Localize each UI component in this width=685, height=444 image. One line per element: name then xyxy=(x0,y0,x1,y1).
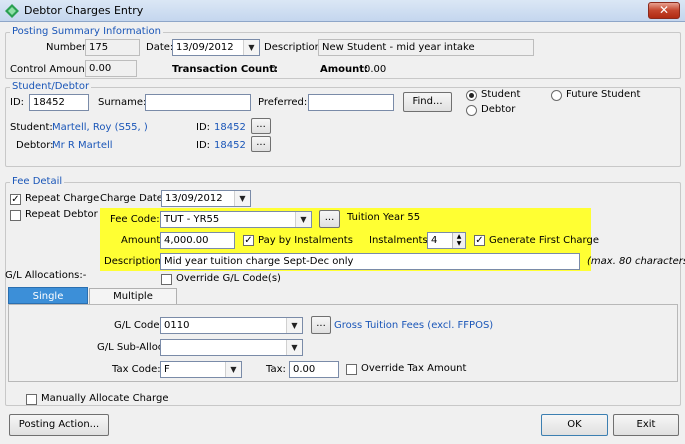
fee-code-value: TUT - YR55 xyxy=(164,214,220,225)
posting-summary-title: Posting Summary Information xyxy=(10,26,163,37)
charge-date-label: Charge Date: xyxy=(100,193,167,204)
instalments-value: 4 xyxy=(431,235,438,246)
chevron-down-icon[interactable]: ▼ xyxy=(225,362,241,377)
tax-code-value: F xyxy=(164,364,170,375)
app-icon xyxy=(5,4,19,18)
override-tax-checkbox[interactable] xyxy=(346,364,357,375)
radio-debtor-label[interactable]: Debtor xyxy=(481,104,515,115)
radio-debtor[interactable] xyxy=(466,105,477,116)
amount-label: Amount: xyxy=(320,64,369,75)
fee-amount-input[interactable]: 4,000.00 xyxy=(160,232,235,249)
date-label: Date: xyxy=(146,42,174,53)
spinner-arrows-icon[interactable]: ▲ ▼ xyxy=(452,233,465,248)
chevron-down-icon[interactable]: ▼ xyxy=(295,212,311,227)
tab-multiple-allocations[interactable]: Multiple Allocations xyxy=(89,288,177,318)
gl-code-value: 0110 xyxy=(164,320,190,331)
tax-label: Tax: xyxy=(266,364,286,375)
max-characters-hint: (max. 80 characters) xyxy=(587,256,685,267)
control-amount-field: 0.00 xyxy=(85,60,137,77)
description-label: Description: xyxy=(264,42,325,53)
debtor-lookup-button[interactable]: ... xyxy=(251,136,271,152)
tax-code-label: Tax Code: xyxy=(112,364,161,375)
debtor-id-value: 18452 xyxy=(214,140,246,151)
fee-code-select[interactable]: TUT - YR55 ▼ xyxy=(160,211,312,228)
charge-date-picker[interactable]: 13/09/2012 ▼ xyxy=(161,190,251,207)
gl-code-description: Gross Tuition Fees (excl. FFPOS) xyxy=(334,320,494,331)
fee-code-label: Fee Code: xyxy=(110,214,160,225)
student-id-label: ID: xyxy=(196,122,211,133)
charge-date-value: 13/09/2012 xyxy=(165,193,223,204)
student-label: Student: xyxy=(10,122,53,133)
find-button[interactable]: Find... xyxy=(403,92,452,112)
instalments-label: Instalments: xyxy=(369,235,432,246)
manually-allocate-label[interactable]: Manually Allocate Charge xyxy=(41,393,169,404)
transaction-count-label: Transaction Count: xyxy=(172,64,279,75)
repeat-debtor-label[interactable]: Repeat Debtor xyxy=(25,209,98,220)
number-field: 175 xyxy=(85,39,140,56)
radio-student-label[interactable]: Student xyxy=(481,89,520,100)
debtor-label: Debtor: xyxy=(16,140,54,151)
window-title: Debtor Charges Entry xyxy=(24,4,144,17)
control-amount-label: Control Amount: xyxy=(10,64,92,75)
student-id-value: 18452 xyxy=(214,122,246,133)
fee-description-input[interactable]: Mid year tuition charge Sept-Dec only xyxy=(160,253,580,270)
pay-by-instalments-label[interactable]: Pay by Instalments xyxy=(258,235,353,246)
manually-allocate-checkbox[interactable] xyxy=(26,394,37,405)
fee-amount-label: Amount: xyxy=(121,235,164,246)
chevron-down-icon[interactable]: ▼ xyxy=(243,40,259,55)
preferred-label: Preferred: xyxy=(258,97,308,108)
surname-input[interactable] xyxy=(145,94,251,111)
repeat-charge-checkbox[interactable]: ✓ xyxy=(10,194,21,205)
student-lookup-button[interactable]: ... xyxy=(251,118,271,134)
fee-description-label: Description: xyxy=(104,256,165,267)
id-label: ID: xyxy=(10,97,25,108)
debtor-id-label: ID: xyxy=(196,140,211,151)
tax-amount-input[interactable]: 0.00 xyxy=(289,361,339,378)
gl-code-select[interactable]: 0110 ▼ xyxy=(160,317,303,334)
override-tax-label[interactable]: Override Tax Amount xyxy=(361,363,466,374)
tab-single-allocation[interactable]: Single Allocation xyxy=(8,287,88,319)
date-picker[interactable]: 13/09/2012 ▼ xyxy=(172,39,260,56)
generate-first-charge-label[interactable]: Generate First Charge xyxy=(489,235,599,246)
override-gl-label[interactable]: Override G/L Code(s) xyxy=(176,273,281,284)
fee-code-lookup-button[interactable]: ... xyxy=(319,210,340,228)
tax-code-select[interactable]: F ▼ xyxy=(160,361,242,378)
gl-allocations-label: G/L Allocations:- xyxy=(5,270,87,281)
gl-code-label: G/L Code: xyxy=(114,320,163,331)
gl-sub-alloc-label: G/L Sub-Alloc: xyxy=(97,342,167,353)
instalments-spinner[interactable]: 4 ▲ ▼ xyxy=(427,232,466,249)
student-debtor-title: Student/Debtor xyxy=(10,81,92,92)
gl-code-lookup-button[interactable]: ... xyxy=(311,316,331,334)
fee-detail-title: Fee Detail xyxy=(10,176,65,187)
transaction-count-value: 0 xyxy=(270,64,277,75)
posting-description-field: New Student - mid year intake xyxy=(318,39,534,56)
generate-first-charge-checkbox[interactable]: ✓ xyxy=(474,235,485,246)
student-name: Martell, Roy (S55, ) xyxy=(52,122,148,133)
posting-action-button[interactable]: Posting Action... xyxy=(9,414,109,436)
debtor-name: Mr R Martell xyxy=(52,140,113,151)
surname-label: Surname: xyxy=(98,97,147,108)
fee-code-description: Tuition Year 55 xyxy=(347,212,421,223)
radio-future-student[interactable] xyxy=(551,90,562,101)
close-button[interactable]: ✕ xyxy=(648,2,680,19)
radio-student[interactable] xyxy=(466,90,477,101)
radio-future-student-label[interactable]: Future Student xyxy=(566,89,640,100)
chevron-down-icon[interactable]: ▼ xyxy=(234,191,250,206)
date-value: 13/09/2012 xyxy=(176,42,234,53)
pay-by-instalments-checkbox[interactable]: ✓ xyxy=(243,235,254,246)
id-input[interactable]: 18452 xyxy=(29,94,89,111)
override-gl-checkbox[interactable] xyxy=(161,274,172,285)
preferred-input[interactable] xyxy=(308,94,394,111)
amount-value: 0.00 xyxy=(364,64,387,75)
repeat-debtor-checkbox[interactable] xyxy=(10,210,21,221)
gl-sub-alloc-select[interactable]: ▼ xyxy=(160,339,303,356)
number-label: Number: xyxy=(46,42,90,53)
repeat-charge-label[interactable]: Repeat Charge xyxy=(25,193,99,204)
chevron-down-icon[interactable]: ▼ xyxy=(286,340,302,355)
chevron-down-icon[interactable]: ▼ xyxy=(286,318,302,333)
exit-button[interactable]: Exit xyxy=(613,414,679,436)
ok-button[interactable]: OK xyxy=(541,414,608,436)
